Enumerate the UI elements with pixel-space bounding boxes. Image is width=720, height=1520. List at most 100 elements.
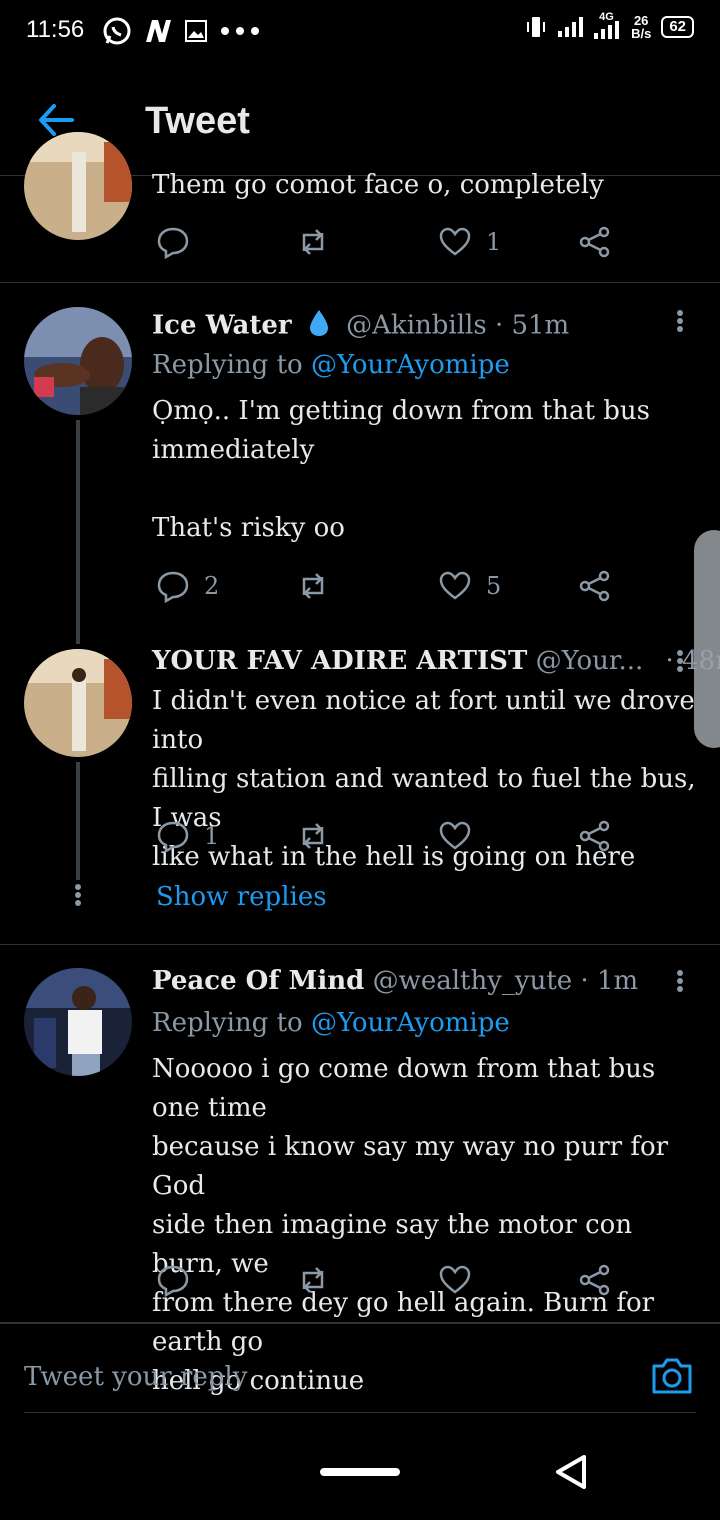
net-speed: 26 B/s (631, 14, 651, 40)
tweet-body: Ọmọ.. I'm getting down from that bus imm… (152, 392, 712, 548)
tweet-actions: 1 (156, 816, 616, 856)
share-icon (579, 226, 610, 258)
like-button[interactable] (438, 1260, 472, 1300)
camera-icon[interactable] (650, 1356, 694, 1396)
divider (0, 944, 720, 945)
tweet-body-line: immediately (152, 435, 315, 465)
tweet-body-line: because i know say my way no purr for Go… (152, 1132, 669, 1201)
author-name[interactable]: Ice Water (152, 311, 292, 341)
retweet-icon (302, 573, 324, 599)
author-handle[interactable]: @wealthy_yute · 1m (373, 966, 639, 996)
gallery-icon (185, 20, 207, 42)
share-button[interactable] (578, 222, 612, 262)
retweet-button[interactable] (296, 1260, 330, 1300)
nav-back-icon[interactable] (552, 1452, 592, 1492)
share-button[interactable] (578, 816, 612, 856)
tweet-author-line: Peace Of Mind @wealthy_yute · 1m (152, 966, 638, 996)
tweet-actions: 1 (156, 222, 616, 262)
retweet-button[interactable] (296, 566, 330, 606)
reply-icon (157, 821, 189, 853)
signal-icon-2: 4G (593, 11, 621, 39)
author-name[interactable]: YOUR FAV ADIRE ARTIST (152, 646, 527, 676)
like-button[interactable]: 5 (438, 566, 501, 606)
reply-input[interactable]: Tweet your reply (24, 1362, 247, 1392)
like-button[interactable] (438, 816, 472, 856)
share-icon (579, 1264, 610, 1296)
system-nav-bar (0, 1420, 720, 1520)
home-gesture-bar[interactable] (320, 1468, 400, 1476)
replying-to: Replying to @YourAyomipe (152, 1008, 510, 1038)
reply-icon (157, 227, 189, 259)
scroll-handle[interactable] (694, 530, 720, 748)
signal-icon-1 (558, 17, 584, 37)
status-time: 11:56 (26, 16, 85, 43)
tweet-text: Them go comot face o, completely (152, 170, 604, 200)
tweet-body-line: Ọmọ.. I'm getting down from that bus (152, 396, 650, 426)
reply-button[interactable]: 1 (156, 816, 219, 856)
status-bar: 11:56 4G 26 B/s 62 (0, 0, 720, 64)
replying-label: Replying to (152, 1008, 303, 1038)
droplet-icon (308, 308, 330, 345)
like-count: 5 (486, 572, 502, 600)
page-title: Tweet (145, 100, 250, 142)
retweet-icon (302, 229, 324, 255)
author-handle[interactable]: @Your... (536, 646, 644, 676)
retweet-icon (302, 1267, 324, 1293)
like-count: 1 (486, 228, 502, 256)
more-options-icon[interactable] (670, 308, 690, 338)
retweet-button[interactable] (296, 222, 330, 262)
divider (0, 282, 720, 283)
more-notifications-icon (221, 27, 259, 35)
avatar[interactable] (24, 649, 132, 757)
like-button[interactable]: 1 (438, 222, 501, 262)
avatar[interactable] (24, 968, 132, 1076)
thread-line (76, 420, 80, 644)
vibrate-icon (527, 17, 546, 37)
heart-icon (439, 821, 471, 850)
tweet-author-line: Ice Water @Akinbills · 51m (152, 308, 569, 345)
share-icon (579, 570, 610, 602)
more-options-icon[interactable] (670, 968, 690, 998)
reply-icon (157, 1265, 189, 1297)
thread-line (76, 762, 80, 880)
reply-count: 2 (204, 572, 220, 600)
tweet-body-line: That's risky oo (152, 513, 345, 543)
replying-handle-link[interactable]: @YourAyomipe (311, 350, 510, 380)
heart-icon (439, 227, 471, 256)
share-button[interactable] (578, 1260, 612, 1300)
reply-composer[interactable]: Tweet your reply (0, 1322, 720, 1414)
net-speed-unit: B/s (631, 26, 652, 41)
system-icons: 4G 26 B/s 62 (525, 11, 694, 40)
more-options-icon[interactable] (670, 648, 690, 678)
reply-icon (157, 571, 189, 603)
tweet-actions: 2 5 (156, 566, 616, 606)
avatar[interactable] (24, 307, 132, 415)
notification-icons (102, 16, 260, 46)
tweet-actions (156, 1260, 616, 1300)
tweet-body-line: Nooooo i go come down from that bus one … (152, 1054, 656, 1123)
reply-button[interactable] (156, 222, 190, 262)
reply-button[interactable] (156, 1260, 190, 1300)
reply-count: 1 (204, 822, 220, 850)
tweet-author-line: YOUR FAV ADIRE ARTIST @Your... · 48m (152, 646, 720, 676)
battery-indicator: 62 (661, 16, 694, 38)
news-icon (146, 20, 171, 42)
replying-label: Replying to (152, 350, 303, 380)
heart-icon (439, 1265, 471, 1294)
replying-to: Replying to @YourAyomipe (152, 350, 510, 380)
composer-underline (24, 1412, 696, 1413)
author-name[interactable]: Peace Of Mind (152, 966, 364, 996)
replying-handle-link[interactable]: @YourAyomipe (311, 1008, 510, 1038)
retweet-icon (302, 823, 324, 849)
thread-more-dots (68, 882, 88, 912)
tweet-body-line: I didn't even notice at fort until we dr… (152, 686, 695, 755)
author-handle[interactable]: @Akinbills · 51m (346, 311, 569, 341)
share-icon (579, 820, 610, 852)
heart-icon (439, 571, 471, 600)
show-replies-link[interactable]: Show replies (156, 882, 327, 912)
avatar[interactable] (24, 132, 132, 240)
whatsapp-icon (103, 17, 131, 45)
retweet-button[interactable] (296, 816, 330, 856)
share-button[interactable] (578, 566, 612, 606)
reply-button[interactable]: 2 (156, 566, 219, 606)
